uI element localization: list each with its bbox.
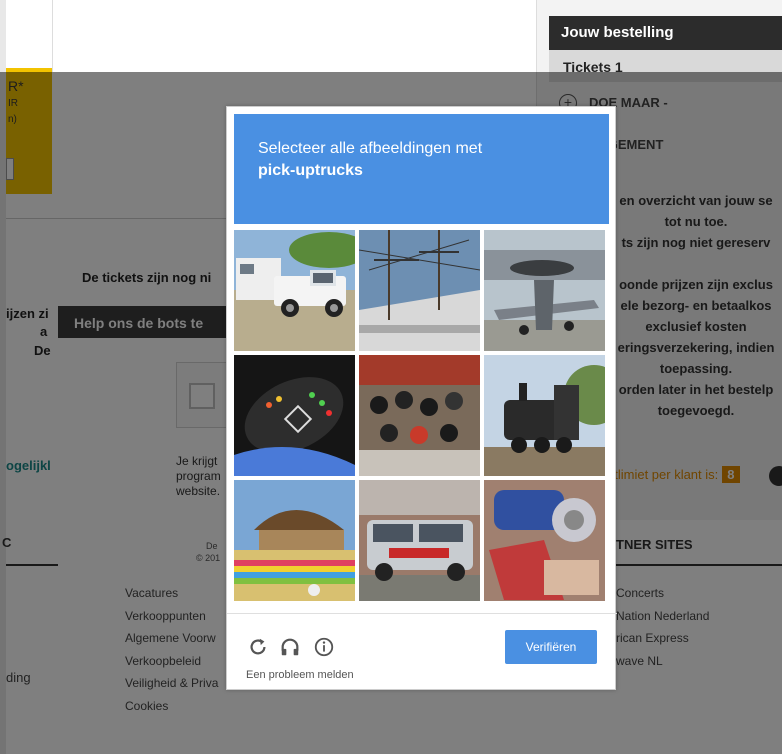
verify-button[interactable]: Verifiëren [505,630,597,664]
image-grid [234,230,609,605]
image-tile-machine-parts[interactable] [484,480,605,601]
challenge-header: Selecteer alle afbeeldingen met pick-upt… [234,114,609,224]
info-icon[interactable] [313,636,335,658]
top-panel [6,0,536,72]
recaptcha-challenge: Selecteer alle afbeeldingen met pick-upt… [226,106,617,691]
image-tile-silver-pickup[interactable] [359,480,480,601]
image-tile-locomotive[interactable] [484,355,605,476]
reload-icon[interactable] [247,636,269,658]
image-tile-pickup-truck-trailer[interactable] [234,230,355,351]
challenge-target: pick-uptrucks [258,162,363,179]
order-header: Jouw bestelling [549,16,782,50]
image-tile-aircraft[interactable] [484,230,605,351]
report-problem-link[interactable]: Een probleem melden [246,669,354,681]
challenge-instruction: Selecteer alle afbeeldingen met [258,140,483,157]
image-tile-tall-ship[interactable] [359,230,480,351]
image-tile-fair-tent[interactable] [234,480,355,601]
challenge-footer: Een probleem melden Verifiëren [227,613,617,691]
headphones-icon[interactable] [279,636,301,658]
image-tile-helmets[interactable] [359,355,480,476]
image-tile-dashboard[interactable] [234,355,355,476]
top-separator [52,0,53,72]
